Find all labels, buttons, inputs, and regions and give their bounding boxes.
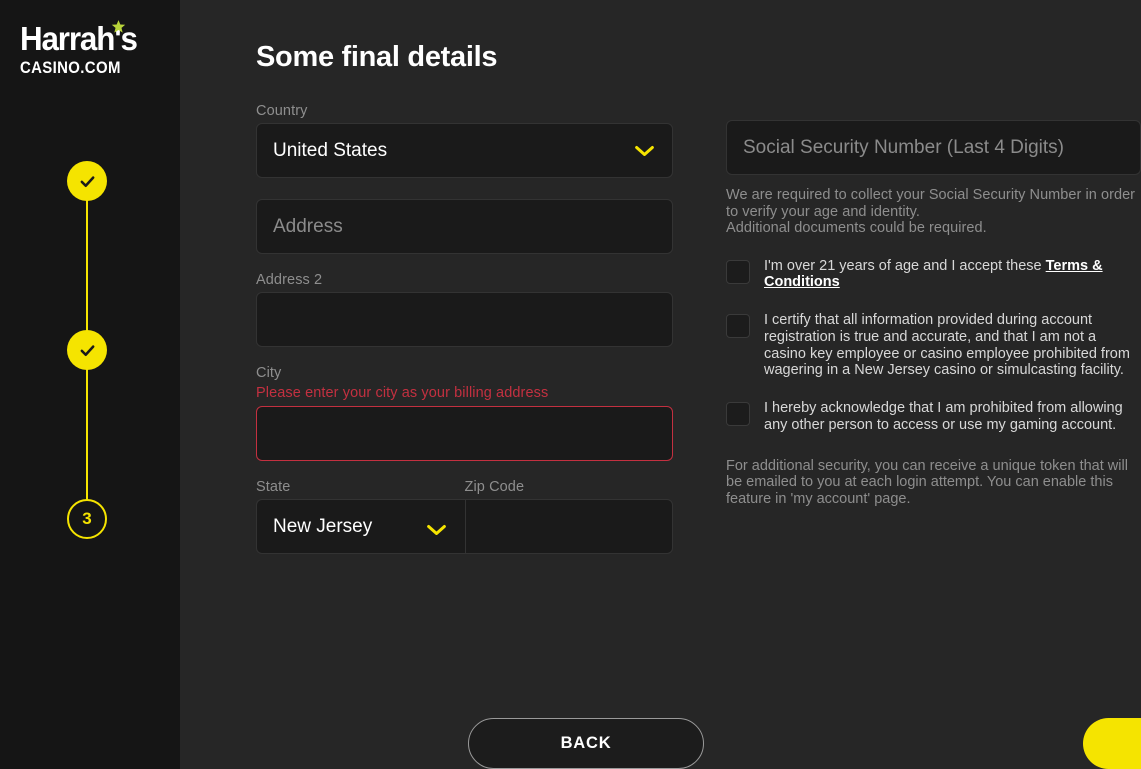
register-button[interactable]: REGISTER xyxy=(1083,718,1141,769)
address2-label: Address 2 xyxy=(256,272,323,288)
address2-field: Address 2 xyxy=(256,272,673,347)
consent-acknowledge-label: I hereby acknowledge that I am prohibite… xyxy=(764,400,1123,434)
security-column: We are required to collect your Social S… xyxy=(726,120,1141,507)
ssn-helper-text: We are required to collect your Social S… xyxy=(726,187,1136,236)
registration-stepper: 3 xyxy=(0,0,180,769)
address-field xyxy=(256,199,673,254)
country-value: United States xyxy=(273,139,388,161)
stepper-step-2[interactable] xyxy=(67,330,107,370)
stepper-step-3-label: 3 xyxy=(82,509,92,528)
chevron-down-icon xyxy=(426,520,447,535)
consent-row-certify[interactable]: I certify that all information provided … xyxy=(726,312,1141,379)
state-zip-row: State New Jersey Zip Code xyxy=(256,479,673,554)
city-field: City Please enter your city as your bill… xyxy=(256,365,673,461)
chevron-down-icon xyxy=(634,144,655,157)
sidebar-pointer-icon xyxy=(152,503,168,533)
city-error-message: Please enter your city as your billing a… xyxy=(256,385,549,401)
address-input[interactable] xyxy=(256,199,673,254)
state-select[interactable]: New Jersey xyxy=(256,499,465,554)
sidebar: Harrah's CASINO.COM 3 xyxy=(0,0,180,769)
check-icon xyxy=(79,342,96,359)
stepper-step-1[interactable] xyxy=(67,161,107,201)
country-label: Country xyxy=(256,103,308,119)
security-footnote: For additional security, you can receive… xyxy=(726,457,1128,507)
stepper-connector-2 xyxy=(86,351,88,519)
checkbox-acknowledge-account[interactable] xyxy=(726,402,750,427)
main-content: Some final details Country United States xyxy=(180,0,1141,769)
consent-age-label: I'm over 21 years of age and I accept th… xyxy=(764,258,1141,292)
state-label: State xyxy=(256,479,291,495)
consent-row-acknowledge[interactable]: I hereby acknowledge that I am prohibite… xyxy=(726,400,1141,434)
city-label: City xyxy=(256,365,282,381)
state-value: New Jersey xyxy=(273,515,373,537)
check-icon xyxy=(79,173,96,190)
stepper-step-3[interactable]: 3 xyxy=(67,499,107,539)
country-select[interactable]: United States xyxy=(256,123,673,178)
address2-input[interactable] xyxy=(256,292,673,347)
address-form-column: Country United States Address Address 2 … xyxy=(256,103,673,554)
registration-page: Harrah's CASINO.COM 3 Some final details… xyxy=(0,0,1141,769)
stepper-connector-1 xyxy=(86,181,88,351)
consent-age-text: I'm over 21 years of age and I accept th… xyxy=(764,257,1046,274)
country-field: Country United States xyxy=(256,103,673,178)
zip-label: Zip Code xyxy=(464,479,525,495)
state-field: State New Jersey xyxy=(256,479,465,554)
ssn-input[interactable] xyxy=(726,120,1141,175)
checkbox-certify-info[interactable] xyxy=(726,314,750,339)
checkbox-age-terms[interactable] xyxy=(726,259,750,284)
zip-field: Zip Code xyxy=(464,479,673,554)
back-button[interactable]: BACK xyxy=(468,718,704,769)
city-input[interactable] xyxy=(256,406,673,461)
page-title: Some final details xyxy=(256,41,498,73)
zip-input[interactable] xyxy=(464,499,673,554)
consent-certify-label: I certify that all information provided … xyxy=(764,312,1130,379)
consent-row-age[interactable]: I'm over 21 years of age and I accept th… xyxy=(726,258,1141,292)
